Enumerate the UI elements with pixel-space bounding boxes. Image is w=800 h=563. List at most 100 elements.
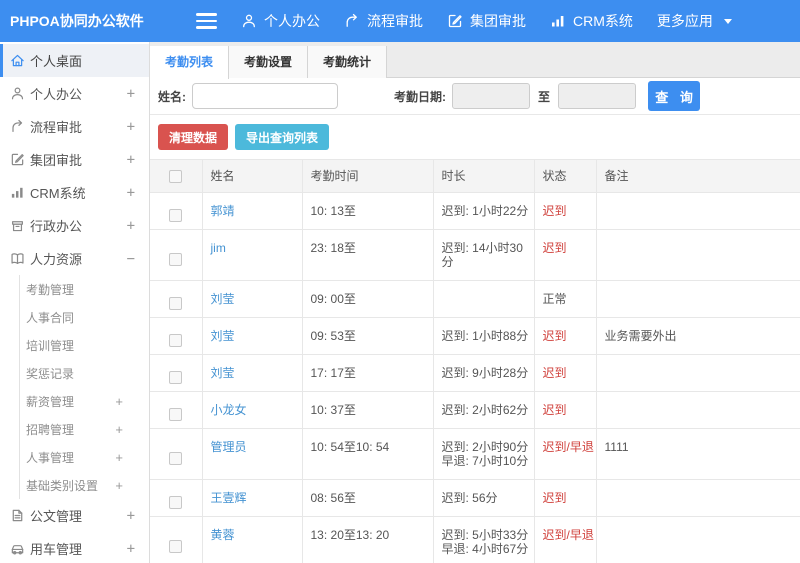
date-label: 考勤日期: <box>394 89 446 104</box>
remark <box>595 229 800 281</box>
expand-icon[interactable]: + <box>127 218 135 234</box>
sidebar-subitem-5[interactable]: 薪资管理 + <box>0 387 149 415</box>
sidebar-item-4[interactable]: 集团审批 + <box>0 143 149 176</box>
sidebar-subitem-3[interactable]: 培训管理 <box>0 331 149 359</box>
row-checkbox[interactable] <box>169 408 183 422</box>
status: 迟到 <box>533 391 597 429</box>
nav-item-2[interactable]: 流程审批 <box>344 11 423 31</box>
sidebar-item-1[interactable]: 个人桌面 <box>0 44 149 77</box>
content: 考勤列表 考勤设置 考勤统计 姓名: 考勤日期: 至 查 询 清理数据 导出查询列表… <box>150 42 800 563</box>
date-from-input[interactable] <box>452 83 530 109</box>
row-checkbox[interactable] <box>169 209 183 223</box>
sidebar-item-8[interactable]: 公文管理 + <box>0 499 149 532</box>
nav-item-3[interactable]: 集团审批 <box>447 11 526 31</box>
employee-name-link[interactable]: 小龙女 <box>211 403 247 417</box>
tab-3[interactable]: 考勤统计 <box>308 46 387 78</box>
actions-row: 清理数据 导出查询列表 <box>150 115 800 159</box>
row-checkbox[interactable] <box>169 540 183 554</box>
col-header: 时长 <box>432 159 535 193</box>
sidebar-item-6[interactable]: 行政办公 + <box>0 209 149 242</box>
sidebar-item-7[interactable]: 人力资源 − <box>0 242 149 275</box>
nav-item-5[interactable]: 更多应用 <box>657 11 732 31</box>
expand-icon[interactable]: + <box>127 119 135 135</box>
clean-data-button[interactable]: 清理数据 <box>158 124 229 150</box>
attendance-time: 10: 13至 <box>301 192 434 230</box>
expand-icon[interactable]: + <box>115 394 123 409</box>
sidebar-item-9[interactable]: 用车管理 + <box>0 532 149 563</box>
menu-toggle-icon[interactable] <box>196 13 217 29</box>
export-list-button[interactable]: 导出查询列表 <box>235 124 330 150</box>
attendance-time: 10: 54至10: 54 <box>301 428 434 480</box>
employee-name-link[interactable]: 王壹辉 <box>211 491 247 505</box>
tab-1[interactable]: 考勤列表 <box>150 46 229 79</box>
expand-icon[interactable]: + <box>127 508 135 524</box>
table-row-4: 刘莹 09: 53至 迟到: 1小时88分 迟到 业务需要外出 <box>150 317 800 355</box>
sidebar-item-label: 行政办公 <box>30 219 83 234</box>
col-header: 考勤时间 <box>301 159 434 193</box>
chart-icon <box>550 13 566 29</box>
select-all-checkbox[interactable] <box>150 159 203 193</box>
employee-name-link[interactable]: 刘莹 <box>211 366 235 380</box>
sidebar-item-label: 集团审批 <box>30 153 83 168</box>
collapse-icon[interactable]: − <box>127 251 135 267</box>
search-button[interactable]: 查 询 <box>648 81 701 111</box>
user-icon <box>10 86 25 101</box>
row-checkbox[interactable] <box>169 496 183 510</box>
col-header: 姓名 <box>201 159 303 193</box>
row-checkbox[interactable] <box>169 334 183 348</box>
row-checkbox[interactable] <box>169 452 183 466</box>
sidebar-submenu: 考勤管理 人事合同培训管理奖惩记录 薪资管理 + 招聘管理 + 人事管理 + 基础类别设置 + <box>0 275 149 499</box>
nav-item-1[interactable]: 个人办公 <box>241 11 320 31</box>
table-row-1: 郭靖 10: 13至 迟到: 1小时22分 迟到 <box>150 192 800 230</box>
user-icon <box>241 13 257 29</box>
sidebar-item-2[interactable]: 个人办公 + <box>0 77 149 110</box>
status: 迟到/早退 <box>533 516 597 563</box>
expand-icon[interactable]: + <box>127 185 135 201</box>
expand-icon[interactable]: + <box>115 450 123 465</box>
attendance-time: 10: 37至 <box>301 391 434 429</box>
row-checkbox[interactable] <box>169 297 183 311</box>
sidebar-item-3[interactable]: 流程审批 + <box>0 110 149 143</box>
top-nav: 个人办公 流程审批 集团审批 CRM系统 更多应用 <box>241 11 732 31</box>
date-to-input[interactable] <box>558 83 637 109</box>
expand-icon[interactable]: + <box>115 478 123 493</box>
nav-item-4[interactable]: CRM系统 <box>550 11 633 31</box>
employee-name-link[interactable]: 刘莹 <box>211 329 235 343</box>
expand-icon[interactable]: + <box>127 152 135 168</box>
employee-name-link[interactable]: jim <box>211 241 226 255</box>
duration: 迟到: 56分 <box>432 479 535 517</box>
attendance-time: 08: 56至 <box>301 479 434 517</box>
remark <box>595 479 800 517</box>
sidebar-subitem-6[interactable]: 招聘管理 + <box>0 415 149 443</box>
nav-label: 更多应用 <box>656 13 713 29</box>
employee-name-link[interactable]: 刘莹 <box>211 292 235 306</box>
page: PHPOA协同办公软件 个人办公 流程审批 集团审批 CRM系统 更多应用 个人桌面 个人… <box>0 0 800 563</box>
employee-name-link[interactable]: 黄蓉 <box>211 528 235 542</box>
sidebar-subitem-8[interactable]: 基础类别设置 + <box>0 471 149 499</box>
duration <box>432 280 535 318</box>
car-icon <box>10 541 25 556</box>
sidebar-item-5[interactable]: CRM系统 + <box>0 176 149 209</box>
sidebar-subitem-7[interactable]: 人事管理 + <box>0 443 149 471</box>
sidebar-subitem-label: 培训管理 <box>26 338 75 353</box>
row-checkbox[interactable] <box>169 371 183 385</box>
employee-name-link[interactable]: 郭靖 <box>211 204 235 218</box>
sidebar-item-label: 个人桌面 <box>30 54 83 69</box>
name-input[interactable] <box>192 83 338 109</box>
expand-icon[interactable]: + <box>127 86 135 102</box>
status: 迟到 <box>533 317 597 355</box>
expand-icon[interactable]: + <box>127 541 135 557</box>
sidebar-subitem-4[interactable]: 奖惩记录 <box>0 359 149 387</box>
sidebar-subitem-2[interactable]: 人事合同 <box>0 303 149 331</box>
table-row-9: 黄蓉 13: 20至13: 20 迟到: 5小时33分 早退: 4小时67分 迟到/早退 <box>150 516 800 563</box>
attendance-time: 23: 18至 <box>301 229 434 281</box>
expand-icon[interactable]: + <box>115 422 123 437</box>
duration: 迟到: 14小时30分 <box>432 229 535 281</box>
table-row-5: 刘莹 17: 17至 迟到: 9小时28分 迟到 <box>150 354 800 392</box>
employee-name-link[interactable]: 管理员 <box>211 440 247 454</box>
row-checkbox[interactable] <box>169 253 183 267</box>
table-row-2: jim 23: 18至 迟到: 14小时30分 迟到 <box>150 229 800 281</box>
sidebar-subitem-1[interactable]: 考勤管理 <box>0 275 149 303</box>
tab-2[interactable]: 考勤设置 <box>229 46 308 78</box>
status: 迟到/早退 <box>533 428 597 480</box>
